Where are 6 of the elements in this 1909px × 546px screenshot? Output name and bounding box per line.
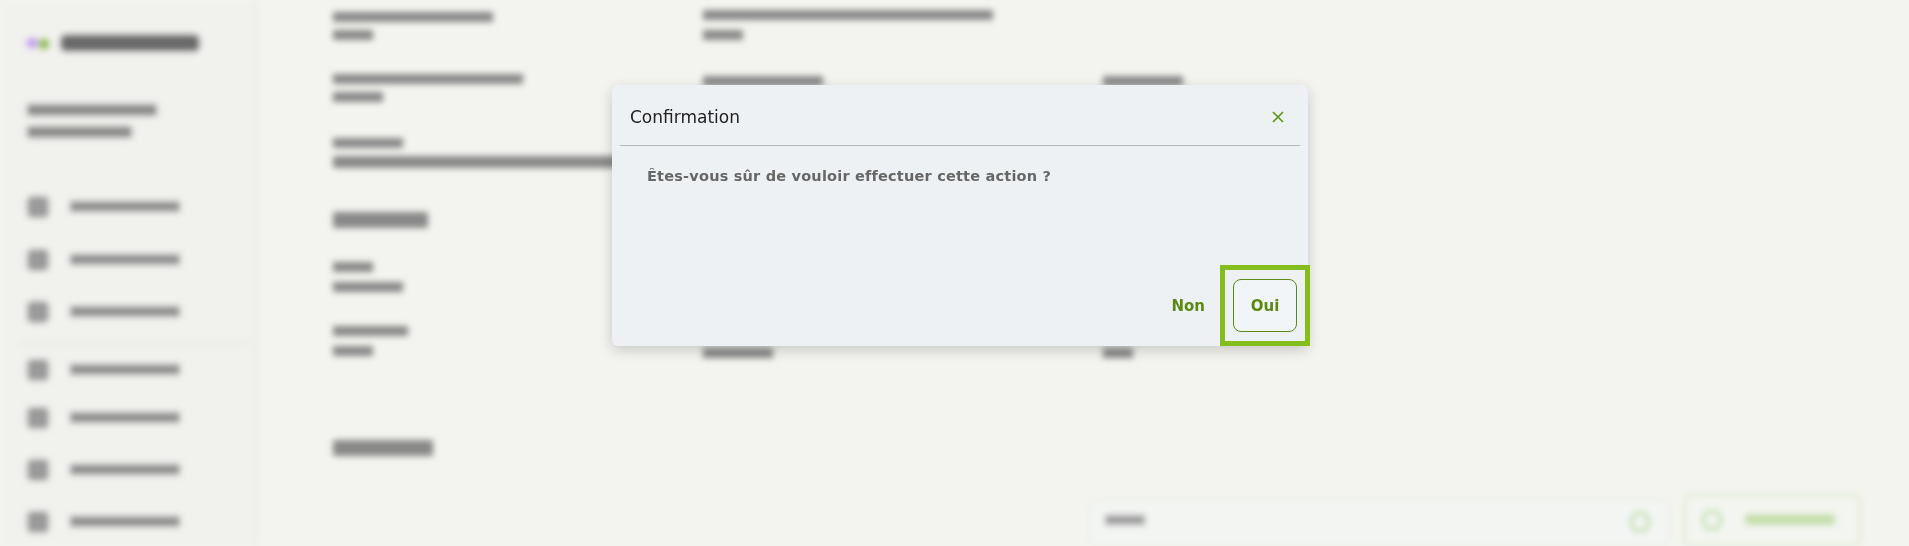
close-icon	[1272, 111, 1284, 123]
dialog-title: Confirmation	[630, 107, 740, 127]
cancel-button[interactable]: Non	[1167, 286, 1209, 325]
close-button[interactable]	[1270, 109, 1286, 125]
confirm-button[interactable]: Oui	[1233, 279, 1297, 332]
dialog-message: Êtes-vous sûr de vouloir effectuer cette action ?	[647, 168, 1053, 184]
